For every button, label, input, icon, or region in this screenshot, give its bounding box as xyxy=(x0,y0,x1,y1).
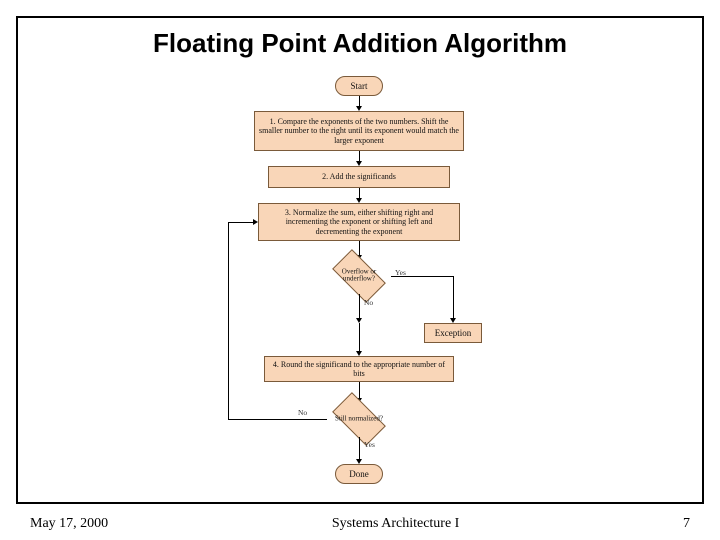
label-decision2-no: No xyxy=(298,408,307,417)
decision-normalized-label: Still normalized? xyxy=(327,415,391,422)
terminator-done: Done xyxy=(335,464,383,484)
edge-decision2-loop-v xyxy=(228,222,229,419)
edge-step3-decision1 xyxy=(359,241,360,255)
edge-decision2-done xyxy=(359,437,360,459)
label-decision2-yes: Yes xyxy=(364,440,375,449)
edge-step4-decision2 xyxy=(359,382,360,398)
arrowhead-no-step4 xyxy=(356,351,362,356)
slide-border: Floating Point Addition Algorithm Start … xyxy=(16,16,704,504)
edge-no-step4 xyxy=(359,323,360,351)
terminator-start: Start xyxy=(335,76,383,96)
edge-decision2-loop-h2 xyxy=(228,222,253,223)
edge-start-step1 xyxy=(359,96,360,106)
edge-decision1-exception xyxy=(391,276,453,277)
edge-decision1-exception-v xyxy=(453,276,454,318)
label-decision1-no: No xyxy=(364,298,373,307)
process-step3: 3. Normalize the sum, either shifting ri… xyxy=(258,203,460,241)
edge-step2-step3 xyxy=(359,188,360,198)
slide: Floating Point Addition Algorithm Start … xyxy=(0,0,720,540)
process-step2: 2. Add the significands xyxy=(268,166,450,188)
slide-footer: May 17, 2000 Systems Architecture I 7 xyxy=(30,516,690,532)
footer-course: Systems Architecture I xyxy=(332,516,460,532)
edge-decision2-loop-h xyxy=(228,419,327,420)
footer-date: May 17, 2000 xyxy=(30,516,108,532)
process-step4: 4. Round the significand to the appropri… xyxy=(264,356,454,382)
decision-overflow: Overflow or underflow? xyxy=(327,258,391,294)
decision-overflow-label: Overflow or underflow? xyxy=(327,269,391,284)
process-step1: 1. Compare the exponents of the two numb… xyxy=(254,111,464,151)
arrowhead-decision2-loop xyxy=(253,219,258,225)
edge-step1-step2 xyxy=(359,151,360,161)
flowchart: Start 1. Compare the exponents of the tw… xyxy=(180,76,540,516)
process-exception: Exception xyxy=(424,323,482,343)
decision-normalized: Still normalized? xyxy=(327,401,391,437)
edge-decision1-step4 xyxy=(359,294,360,318)
footer-page-number: 7 xyxy=(683,516,690,532)
slide-title: Floating Point Addition Algorithm xyxy=(18,28,702,59)
